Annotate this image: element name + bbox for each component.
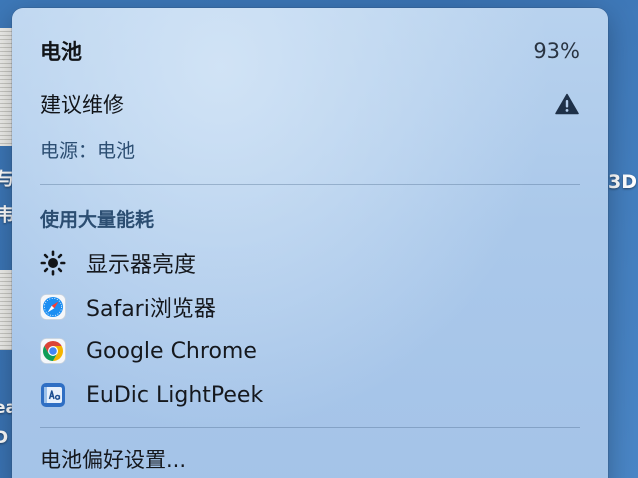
app-item-eudic-lightpeek[interactable]: EuDic LightPeek (40, 378, 580, 412)
menu-title: 电池 (40, 40, 82, 64)
section-heading: 使用大量能耗 (40, 208, 155, 231)
warning-triangle-icon (554, 91, 580, 117)
eudic-dictionary-icon (40, 382, 66, 408)
service-recommended-label: 建议维修 (40, 93, 124, 117)
desktop-label-fragment: 3D (608, 171, 637, 193)
battery-percentage: 93% (533, 39, 580, 63)
battery-header: 电池 93% (40, 36, 580, 66)
app-item-label: Google Chrome (86, 338, 257, 364)
power-source-row: 电源：电池 (40, 135, 580, 163)
app-item-label: Safari浏览器 (86, 297, 216, 322)
significant-energy-section: 使用大量能耗 (40, 204, 580, 232)
sun-brightness-icon (40, 250, 66, 276)
service-recommended-row: 建议维修 (40, 89, 580, 119)
menu-divider (40, 184, 580, 185)
battery-preferences-item[interactable]: 电池偏好设置... (40, 443, 580, 475)
chrome-icon (40, 338, 66, 364)
app-item-google-chrome[interactable]: Google Chrome (40, 334, 580, 368)
app-item-display-brightness[interactable]: 显示器亮度 (40, 246, 580, 280)
power-source-text: 电源：电池 (40, 139, 136, 162)
battery-menu: 电池 93% 建议维修 电源：电池 使用大量能耗 显示器亮度 Safari浏览器… (12, 8, 608, 478)
safari-compass-icon (40, 294, 66, 320)
battery-preferences-label: 电池偏好设置... (40, 448, 187, 472)
app-item-safari[interactable]: Safari浏览器 (40, 290, 580, 324)
app-item-label: 显示器亮度 (86, 253, 197, 278)
app-item-label: EuDic LightPeek (86, 382, 264, 408)
menu-divider (40, 427, 580, 428)
desktop-label-fragment: D (0, 428, 9, 448)
